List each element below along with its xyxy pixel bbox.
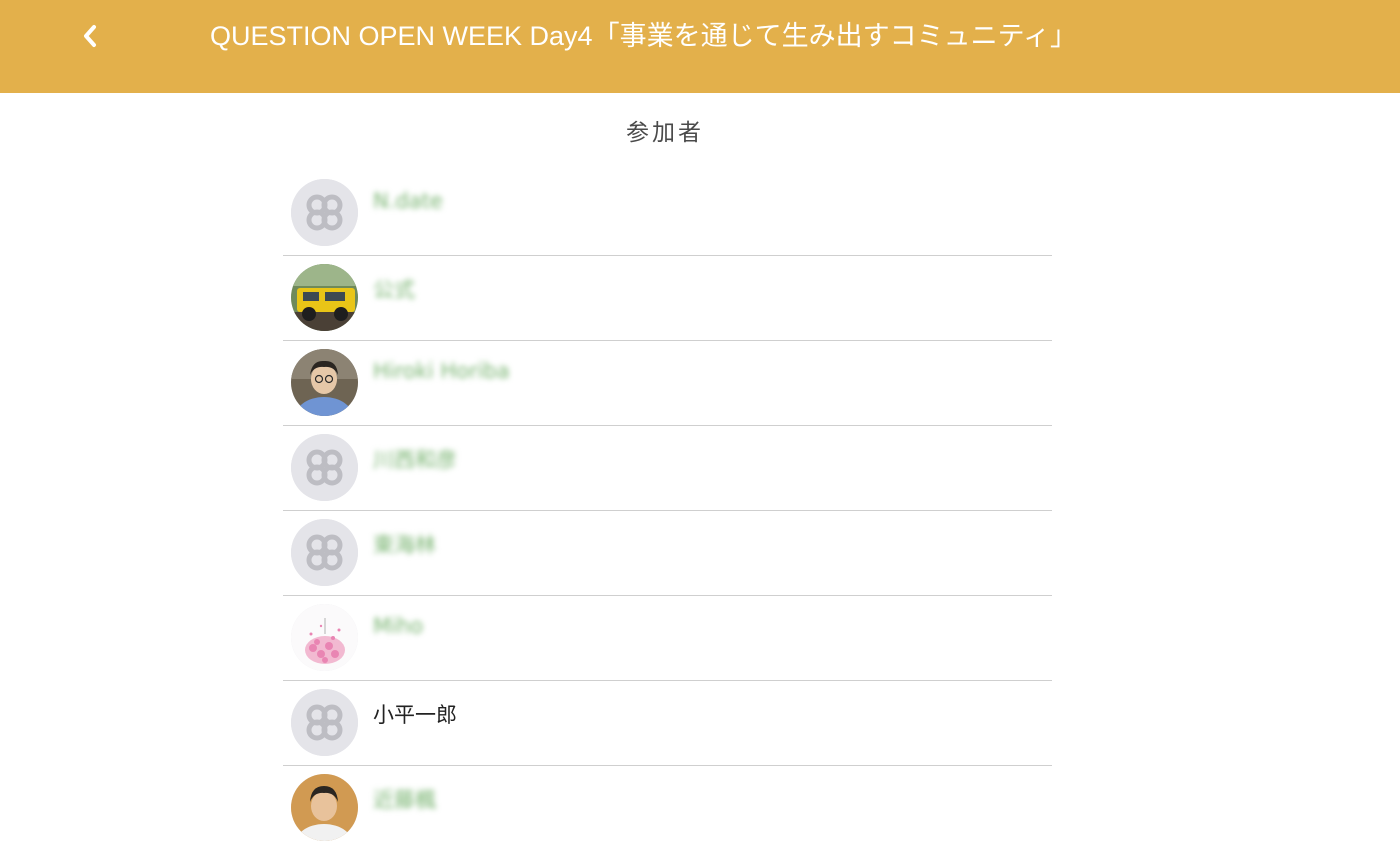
participant-row[interactable]: 公式 — [283, 256, 1052, 341]
chevron-left-icon — [84, 25, 96, 47]
person-photo-avatar — [291, 349, 358, 416]
participant-list: N.date 公式 Hiroki Horiba 川西和彦 東海林 Miho 小平… — [283, 171, 1052, 850]
participant-name[interactable]: 東海林 — [373, 529, 436, 559]
app-header: QUESTION OPEN WEEK Day4「事業を通じて生み出すコミュニティ… — [0, 0, 1400, 93]
participant-row[interactable]: 近藤楓 — [283, 766, 1052, 850]
flower-photo-avatar — [291, 604, 358, 671]
participant-name[interactable]: 川西和彦 — [373, 444, 457, 474]
default-avatar-icon — [291, 519, 358, 586]
default-avatar-icon — [291, 434, 358, 501]
participant-row[interactable]: 小平一郎 — [283, 681, 1052, 766]
vehicle-photo-avatar — [291, 264, 358, 331]
participant-name[interactable]: 小平一郎 — [373, 699, 457, 729]
default-avatar-icon — [291, 689, 358, 756]
page-title: QUESTION OPEN WEEK Day4「事業を通じて生み出すコミュニティ… — [210, 21, 1077, 51]
participant-row[interactable]: Hiroki Horiba — [283, 341, 1052, 426]
back-button[interactable] — [70, 18, 110, 54]
default-avatar-icon — [291, 179, 358, 246]
participants-heading: 参加者 — [626, 120, 704, 146]
person-photo-avatar — [291, 774, 358, 841]
participant-name[interactable]: 近藤楓 — [373, 784, 436, 814]
participant-row[interactable]: Miho — [283, 596, 1052, 681]
participant-row[interactable]: 川西和彦 — [283, 426, 1052, 511]
participant-name[interactable]: Miho — [373, 614, 423, 638]
participant-name[interactable]: 公式 — [373, 274, 415, 304]
participant-row[interactable]: 東海林 — [283, 511, 1052, 596]
participant-name[interactable]: Hiroki Horiba — [373, 359, 510, 383]
participant-name[interactable]: N.date — [373, 189, 443, 213]
participant-row[interactable]: N.date — [283, 171, 1052, 256]
